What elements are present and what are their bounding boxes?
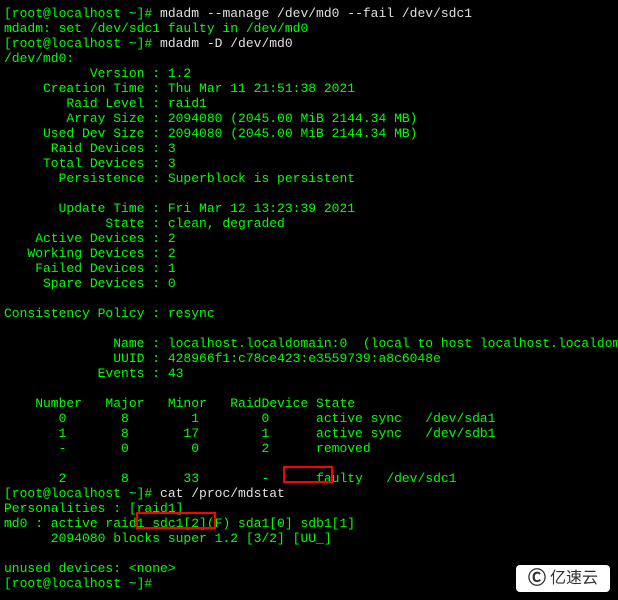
terminal-output: [root@localhost ~]# mdadm --manage /dev/… xyxy=(4,6,614,591)
output-line: State : clean, degraded xyxy=(4,216,614,231)
output-line xyxy=(4,321,614,336)
output-line: Events : 43 xyxy=(4,366,614,381)
device-table-row: - 0 0 2 removed xyxy=(4,441,614,456)
output-line: Creation Time : Thu Mar 11 21:51:38 2021 xyxy=(4,81,614,96)
output-line: Raid Level : raid1 xyxy=(4,96,614,111)
output-line xyxy=(4,186,614,201)
prompt: [root@localhost ~]# xyxy=(4,576,160,591)
output-line: Spare Devices : 0 xyxy=(4,276,614,291)
cmd-line-1: [root@localhost ~]# mdadm --manage /dev/… xyxy=(4,6,614,21)
output-line: UUID : 428966f1:c78ce423:e3559739:a8c604… xyxy=(4,351,614,366)
prompt: [root@localhost ~]# xyxy=(4,486,160,501)
device-table-row: 1 8 17 1 active sync /dev/sdb1 xyxy=(4,426,614,441)
mdstat-line: md0 : active raid1 sdc1[2](F) sda1[0] sd… xyxy=(4,516,614,531)
output-line: Persistence : Superblock is persistent xyxy=(4,171,614,186)
output-line: Failed Devices : 1 xyxy=(4,261,614,276)
output-line: Used Dev Size : 2094080 (2045.00 MiB 214… xyxy=(4,126,614,141)
output-line: Personalities : [raid1] xyxy=(4,501,614,516)
watermark-icon: Ⓒ xyxy=(528,571,546,586)
device-table-row: 0 8 1 0 active sync /dev/sda1 xyxy=(4,411,614,426)
row-prefix: 2 8 33 - xyxy=(4,471,316,486)
output-line: 2094080 blocks super 1.2 [3/2] [UU_] xyxy=(4,531,614,546)
output-line: Raid Devices : 3 xyxy=(4,141,614,156)
output-line xyxy=(4,291,614,306)
device-path: /dev/sdc1 xyxy=(363,471,457,486)
watermark-text: 亿速云 xyxy=(550,571,598,586)
faulty-device-row: 2 8 33 - faulty /dev/sdc1 xyxy=(4,471,614,486)
command-text: mdadm --manage /dev/md0 --fail /dev/sdc1 xyxy=(160,6,472,21)
faulty-device-marker: sdc1[2](F) xyxy=(152,516,230,531)
output-line xyxy=(4,381,614,396)
output-line: Update Time : Fri Mar 12 13:23:39 2021 xyxy=(4,201,614,216)
command-text: mdadm -D /dev/md0 xyxy=(160,36,293,51)
mdstat-devices: sda1[0] sdb1[1] xyxy=(230,516,355,531)
output-line: Working Devices : 2 xyxy=(4,246,614,261)
prompt: [root@localhost ~]# xyxy=(4,6,160,21)
output-line: /dev/md0: xyxy=(4,51,614,66)
output-line: Total Devices : 3 xyxy=(4,156,614,171)
output-line: Version : 1.2 xyxy=(4,66,614,81)
watermark-badge: Ⓒ 亿速云 xyxy=(516,565,610,592)
mdstat-prefix: md0 : active raid1 xyxy=(4,516,152,531)
output-line: Active Devices : 2 xyxy=(4,231,614,246)
prompt: [root@localhost ~]# xyxy=(4,36,160,51)
output-line xyxy=(4,546,614,561)
command-text: cat /proc/mdstat xyxy=(160,486,285,501)
device-table-header: Number Major Minor RaidDevice State xyxy=(4,396,614,411)
output-line: Name : localhost.localdomain:0 (local to… xyxy=(4,336,614,351)
output-line: Consistency Policy : resync xyxy=(4,306,614,321)
cmd-line-2: [root@localhost ~]# mdadm -D /dev/md0 xyxy=(4,36,614,51)
output-line: Array Size : 2094080 (2045.00 MiB 2144.3… xyxy=(4,111,614,126)
output-line: mdadm: set /dev/sdc1 faulty in /dev/md0 xyxy=(4,21,614,36)
cmd-line-3: [root@localhost ~]# cat /proc/mdstat xyxy=(4,486,614,501)
output-line xyxy=(4,456,614,471)
faulty-status: faulty xyxy=(316,471,363,486)
